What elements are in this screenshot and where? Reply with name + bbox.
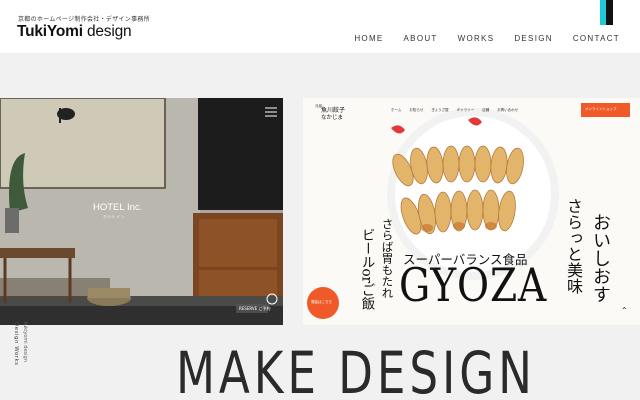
work-card-hotel[interactable]: HOTEL Inc. ホテル イン RESERVE ご予約 (0, 98, 283, 325)
nav-design[interactable]: DESIGN (514, 34, 552, 43)
logo-bold: TukiYomi (17, 23, 83, 40)
logo-thin: design (82, 23, 132, 40)
nav-home[interactable]: HOME (354, 34, 383, 43)
gyoza-nav-contact[interactable]: お問い合わせ (497, 108, 518, 113)
make-design-heading: MAKE DESIGN (176, 339, 536, 400)
nav-about[interactable]: ABOUT (404, 34, 438, 43)
site-logo[interactable]: TukiYomi design (17, 23, 132, 41)
hotel-reserve-badge[interactable]: RESERVE ご予約 (239, 306, 270, 312)
gyoza-headline-left2: ビールorご飯 (358, 228, 375, 311)
side-sub-label: tukiyomi design (22, 322, 28, 362)
gyoza-headline-right2: さらっと美味 (564, 198, 583, 294)
gyoza-headline-left: さらば胃もたれ (380, 218, 395, 299)
gyoza-nav-home[interactable]: ホーム (391, 108, 401, 113)
gyoza-headline-right: おいしおす (590, 213, 611, 303)
gyoza-nav-store[interactable]: 店舗 (482, 108, 489, 113)
gyoza-nav-gallery[interactable]: ギャラリー (457, 108, 475, 113)
gyoza-shop-name2: なかじま (321, 115, 344, 121)
work-card-gyoza[interactable]: 元祖 魚川餃子 なかじま ホーム お知らせ ぎょうざ屋 ギャラリー 店舗 お問い… (303, 98, 640, 325)
site-tagline: 京都のホームページ制作会社・デザイン事務所 (18, 16, 151, 23)
hotel-brand: HOTEL Inc. (93, 202, 143, 213)
gyoza-nav-news[interactable]: お知らせ (409, 108, 423, 113)
nav-contact[interactable]: CONTACT (573, 34, 620, 43)
main-nav: HOME ABOUT WORKS DESIGN CONTACT (334, 34, 620, 43)
gyoza-nav: ホーム お知らせ ぎょうざ屋 ギャラリー 店舗 お問い合わせ (391, 108, 518, 113)
chevron-up-icon[interactable]: ⌃ (621, 306, 628, 315)
accent-mark (600, 0, 613, 25)
nav-works[interactable]: WORKS (458, 34, 495, 43)
site-header: 京都のホームページ制作会社・デザイン事務所 TukiYomi design HO… (0, 0, 640, 53)
hotel-brand-sub: ホテル イン (103, 214, 125, 219)
gyoza-phone-badge[interactable]: 電話はこちら (311, 300, 332, 305)
side-label: Design Works (13, 322, 19, 366)
gyoza-title: GYOZA (399, 258, 548, 312)
gyoza-nav-gyoza[interactable]: ぎょうざ屋 (431, 108, 448, 113)
gyoza-online-shop-button[interactable]: オンラインショップ (585, 107, 617, 112)
